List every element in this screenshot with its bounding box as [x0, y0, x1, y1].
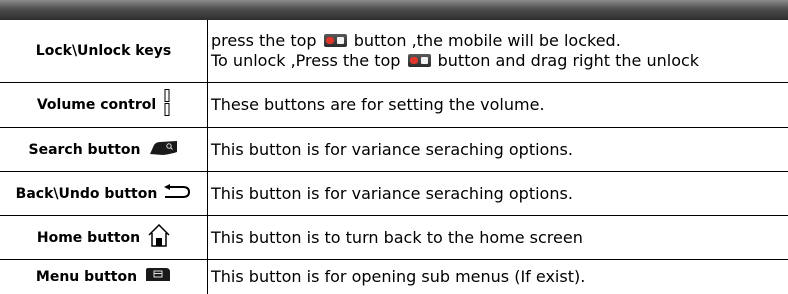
table-row: Menu button This button is for opening s… [0, 260, 788, 294]
table-row: Search button This button is for varianc… [0, 128, 788, 171]
desc-line-2: To unlock ,Press the top button and drag… [211, 51, 700, 70]
table-row: Back\Undo button This button is for vari… [0, 172, 788, 215]
table-row: Lock\Unlock keys press the top button ,t… [0, 20, 788, 82]
row-label-search: Search button [0, 128, 207, 171]
table-row: Volume control These buttons are for set… [0, 83, 788, 127]
home-icon [148, 223, 170, 252]
row-label-volume: Volume control [0, 83, 207, 127]
table-row: Home button This button is to turn back … [0, 216, 788, 259]
search-key-icon [149, 140, 179, 160]
row-label-lock-unlock: Lock\Unlock keys [35, 43, 172, 59]
desc-line-1: press the top button ,the mobile will be… [211, 31, 621, 50]
row-desc-home: This button is to turn back to the home … [211, 227, 583, 247]
header-bar [0, 0, 788, 20]
lock-button-icon [407, 54, 431, 67]
menu-key-icon [145, 267, 171, 287]
row-label-back: Back\Undo button [0, 172, 207, 215]
row-desc-menu: This button is for opening sub menus (If… [211, 267, 586, 286]
row-label-home: Home button [0, 216, 207, 259]
row-desc-volume: These buttons are for setting the volume… [211, 95, 545, 114]
lock-button-icon [323, 34, 347, 47]
back-arrow-icon [161, 183, 191, 204]
row-desc-search: This button is for variance seraching op… [211, 139, 573, 159]
row-label-menu: Menu button [0, 260, 207, 294]
help-table-page: Lock\Unlock keys press the top button ,t… [0, 0, 788, 294]
row-desc-back: This button is for variance seraching op… [211, 183, 573, 203]
row-desc-lock-unlock: press the top button ,the mobile will be… [211, 20, 788, 82]
volume-keys-icon [164, 89, 170, 121]
